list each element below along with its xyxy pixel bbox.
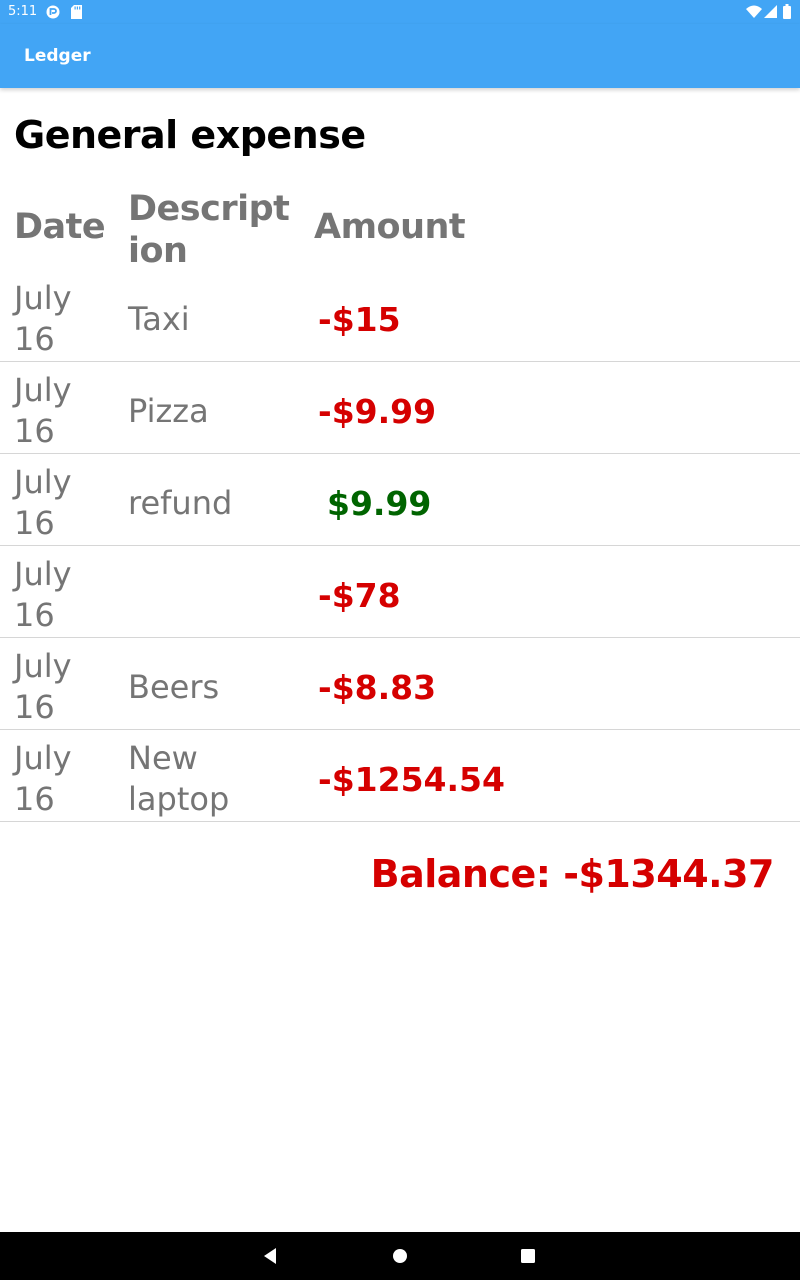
row-date: July 16 (14, 739, 72, 818)
table-row[interactable]: July 16 refund $9.99 (0, 454, 800, 546)
battery-icon (783, 4, 791, 23)
header-description: Description (128, 189, 290, 270)
app-title: Ledger (24, 46, 91, 66)
home-icon[interactable] (388, 1244, 412, 1268)
header-date: Date (14, 207, 106, 247)
recents-icon[interactable] (516, 1244, 540, 1268)
table-row[interactable]: July 16 Pizza -$9.99 (0, 362, 800, 454)
status-time: 5:11 (8, 4, 38, 19)
row-amount: -$15 (318, 300, 401, 339)
row-date: July 16 (14, 555, 72, 634)
row-amount: -$1254.54 (318, 760, 505, 799)
header-amount: Amount (314, 207, 466, 247)
signal-icon (764, 5, 777, 22)
row-amount: -$9.99 (318, 392, 437, 431)
sd-card-icon (71, 5, 82, 23)
row-description: New laptop (128, 739, 230, 818)
table-row[interactable]: July 16 -$78 (0, 546, 800, 638)
header-description-wrapper: Description (128, 188, 298, 270)
back-icon[interactable] (258, 1244, 282, 1268)
row-amount: -$8.83 (318, 668, 437, 707)
wifi-icon (746, 5, 762, 22)
row-description: refund (128, 484, 233, 522)
status-bar: 5:11 (0, 0, 800, 24)
app-bar: Ledger (0, 24, 800, 88)
row-amount: $9.99 (327, 484, 432, 523)
notification-icon (46, 5, 60, 23)
table-row[interactable]: July 16 New laptop -$1254.54 (0, 730, 800, 822)
row-date: July 16 (14, 371, 72, 450)
row-amount: -$78 (318, 576, 401, 615)
row-date: July 16 (14, 279, 72, 358)
balance-total: Balance: -$1344.37 (370, 852, 775, 896)
row-description: Taxi (128, 300, 190, 338)
row-description: Beers (128, 668, 220, 706)
page-title: General expense (14, 113, 366, 157)
screen: 5:11 Ledger General expense Date Descrip… (0, 0, 800, 1280)
navigation-bar (0, 1232, 800, 1280)
table-row[interactable]: July 16 Taxi -$15 (0, 270, 800, 362)
row-description: Pizza (128, 392, 209, 430)
row-date: July 16 (14, 463, 72, 542)
row-date: July 16 (14, 647, 72, 726)
table-row[interactable]: July 16 Beers -$8.83 (0, 638, 800, 730)
